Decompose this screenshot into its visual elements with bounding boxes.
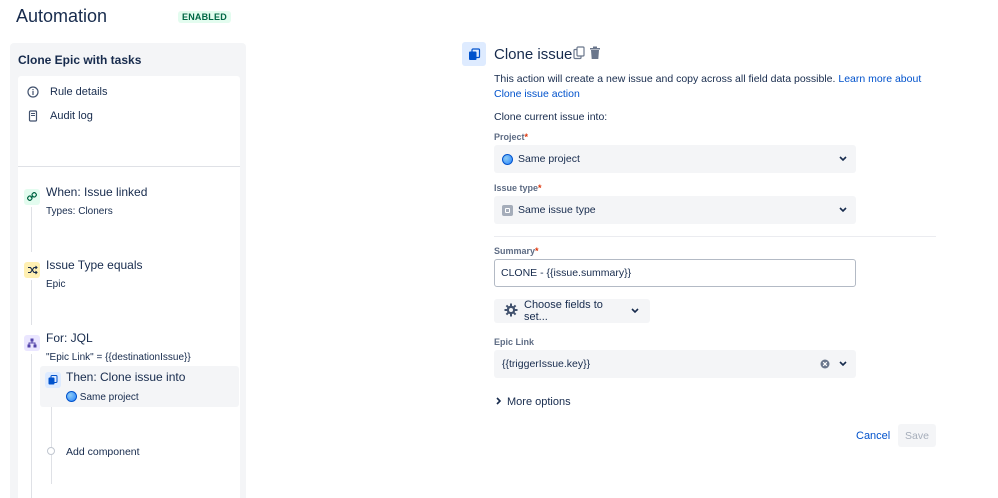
choose-fields-label: Choose fields to set... <box>524 299 603 323</box>
project-globe-icon <box>502 153 513 165</box>
summary-label: Summary* <box>494 246 539 256</box>
more-options-label: More options <box>507 396 571 408</box>
project-value: Same project <box>518 153 580 165</box>
copy-icon <box>45 372 61 388</box>
info-icon <box>26 85 40 99</box>
required-mark: * <box>524 132 529 142</box>
status-badge: ENABLED <box>178 11 231 23</box>
component-title: When: Issue linked <box>46 185 148 199</box>
chevron-down-icon <box>838 154 848 164</box>
clear-icon[interactable] <box>820 359 830 369</box>
connector-line <box>31 354 32 498</box>
duplicate-icon[interactable] <box>573 46 585 63</box>
trash-icon[interactable] <box>589 46 601 63</box>
shuffle-icon <box>24 262 40 278</box>
chevron-down-icon <box>631 306 640 316</box>
component-title: Then: Clone issue into <box>66 370 186 384</box>
nav-label: Audit log <box>50 110 93 122</box>
form-title: Clone issue <box>494 46 573 63</box>
page-title: Automation <box>16 6 108 26</box>
copy-icon <box>462 42 486 66</box>
summary-label-text: Summary <box>494 246 536 256</box>
required-mark: * <box>535 246 539 256</box>
nav-label: Rule details <box>50 86 108 98</box>
issue-type-select[interactable]: Same issue type <box>494 196 856 224</box>
chevron-down-icon <box>838 359 848 369</box>
rule-sidebar: Clone Epic with tasks Rule details Audit… <box>10 43 246 498</box>
component-subtitle: Types: Cloners <box>46 206 113 217</box>
nav-audit-log[interactable]: Audit log <box>26 109 93 123</box>
component-subtitle: Epic <box>46 279 66 290</box>
branch-icon <box>24 335 40 351</box>
branch-component[interactable]: For: JQL "Epic Link" = {{destinationIssu… <box>18 327 240 367</box>
component-title: Issue Type equals <box>46 258 143 272</box>
component-subtitle: Same project <box>66 391 139 403</box>
divider <box>494 236 936 237</box>
cancel-button[interactable]: Cancel <box>856 430 890 442</box>
summary-input[interactable]: CLONE - {{issue.summary}} <box>494 259 856 287</box>
issue-type-label: Issue type* <box>494 183 542 193</box>
rule-name: Clone Epic with tasks <box>18 53 142 67</box>
rule-components-card: Rule details Audit log When: Issue linke… <box>18 76 240 498</box>
add-component-link[interactable]: Add component <box>66 446 140 458</box>
trigger-component[interactable]: When: Issue linked Types: Cloners <box>18 181 240 221</box>
issue-type-value: Same issue type <box>518 204 596 216</box>
component-title: For: JQL <box>46 331 93 345</box>
gear-icon <box>504 303 518 320</box>
title-actions <box>573 46 601 63</box>
choose-fields-button[interactable]: Choose fields to set... <box>494 299 650 323</box>
issue-type-icon <box>502 204 513 216</box>
form-description: This action will create a new issue and … <box>494 72 944 102</box>
project-label: Project* <box>494 132 528 142</box>
action-component-selected[interactable]: Then: Clone issue into Same project <box>40 366 239 407</box>
epic-link-select[interactable]: {{triggerIssue.key}} <box>494 350 856 378</box>
chevron-down-icon <box>838 205 848 215</box>
link-icon <box>24 189 40 205</box>
more-options-toggle[interactable]: More options <box>496 396 571 408</box>
project-globe-icon <box>66 391 77 402</box>
component-subtitle-text: Same project <box>79 392 139 403</box>
epic-link-value: {{triggerIssue.key}} <box>502 358 591 370</box>
component-subtitle: "Epic Link" = {{destinationIssue}} <box>46 352 191 363</box>
chevron-right-icon <box>496 396 502 408</box>
clone-into-label: Clone current issue into: <box>494 111 608 123</box>
project-select[interactable]: Same project <box>494 145 856 173</box>
epic-link-label: Epic Link <box>494 337 535 347</box>
document-icon <box>26 109 40 123</box>
nav-rule-details[interactable]: Rule details <box>26 85 107 99</box>
issue-type-label-text: Issue type <box>494 183 539 193</box>
description-text: This action will create a new issue and … <box>494 73 836 85</box>
condition-component[interactable]: Issue Type equals Epic <box>18 254 240 294</box>
divider <box>18 166 240 167</box>
add-component-dot-icon <box>47 447 55 455</box>
project-label-text: Project <box>494 132 525 142</box>
save-button[interactable]: Save <box>898 424 936 447</box>
required-mark: * <box>538 183 542 193</box>
